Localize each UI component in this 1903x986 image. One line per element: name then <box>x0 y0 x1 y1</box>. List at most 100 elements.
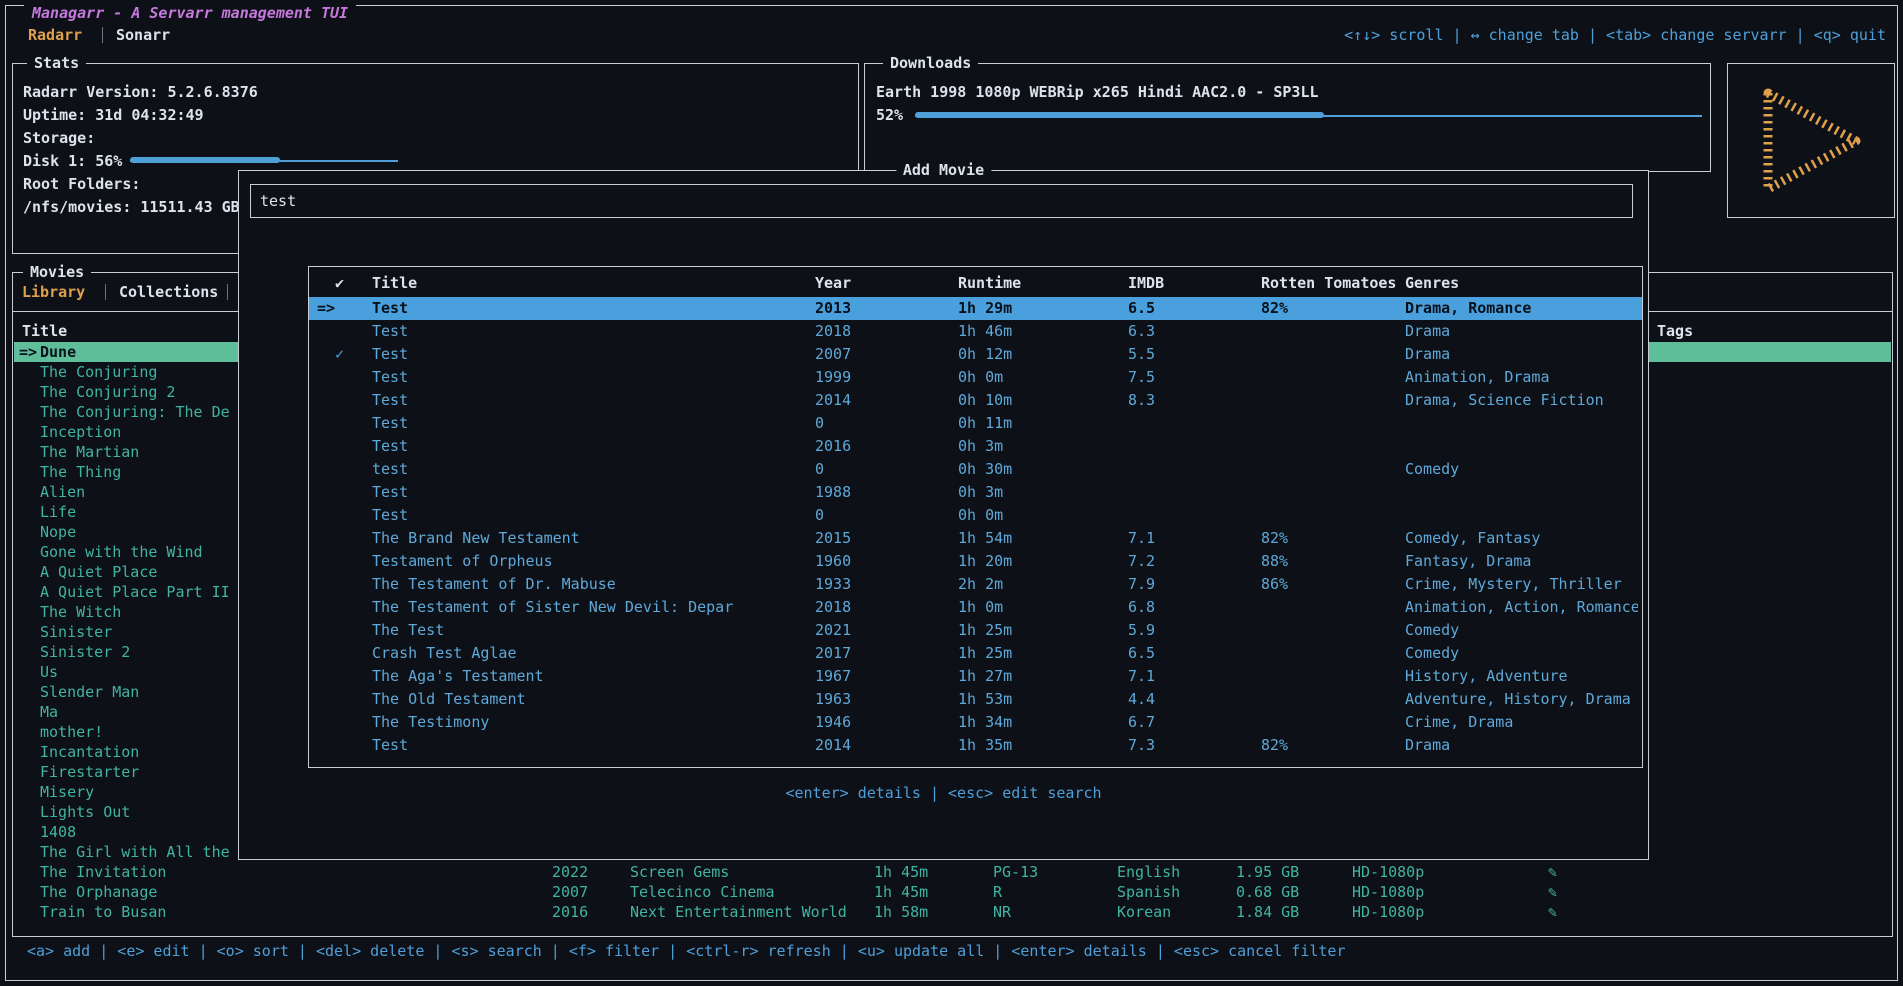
add-movie-result-row[interactable]: Test20140h 10m8.3Drama, Science Fiction <box>309 389 1642 412</box>
movie-title: The Martian <box>40 442 139 462</box>
add-movie-result-row[interactable]: The Testament of Sister New Devil: Depar… <box>309 596 1642 619</box>
result-imdb: 5.9 <box>1128 619 1155 642</box>
result-genres: Drama, Romance <box>1405 297 1638 320</box>
add-movie-result-row[interactable]: Crash Test Aglae20171h 25m6.5Comedy <box>309 642 1642 665</box>
result-genres: Drama <box>1405 734 1638 757</box>
runtime-column-header: Runtime <box>958 273 1021 293</box>
result-runtime: 1h 34m <box>958 711 1012 734</box>
add-movie-result-row[interactable]: Test00h 11m <box>309 412 1642 435</box>
add-movie-result-row[interactable]: Test20141h 35m7.382%Drama <box>309 734 1642 757</box>
result-genres: Comedy <box>1405 458 1638 481</box>
add-movie-result-row[interactable]: The Test20211h 25m5.9Comedy <box>309 619 1642 642</box>
add-movie-result-row[interactable]: The Brand New Testament20151h 54m7.182%C… <box>309 527 1642 550</box>
add-movie-result-row[interactable]: test00h 30mComedy <box>309 458 1642 481</box>
result-genres: Drama <box>1405 320 1638 343</box>
result-year: 2014 <box>815 389 851 412</box>
result-year: 1988 <box>815 481 851 504</box>
movie-title: Nope <box>40 522 76 542</box>
result-genres: Comedy <box>1405 619 1638 642</box>
result-genres: Comedy <box>1405 642 1638 665</box>
download-progress-bar <box>915 112 1324 118</box>
tab-separator <box>102 27 103 43</box>
movie-rating: NR <box>993 902 1011 922</box>
result-genres: Comedy, Fantasy <box>1405 527 1638 550</box>
result-genres: Drama <box>1405 343 1638 366</box>
result-genres: Drama, Science Fiction <box>1405 389 1638 412</box>
movie-title: The Conjuring: The De <box>40 402 230 422</box>
edit-icon[interactable]: ✎ <box>1548 862 1557 882</box>
movie-runtime: 1h 58m <box>874 902 928 922</box>
result-runtime: 0h 0m <box>958 504 1003 527</box>
disk-label: Disk 1: <box>23 152 86 170</box>
download-percent: 52% <box>876 106 903 124</box>
result-runtime: 2h 2m <box>958 573 1003 596</box>
result-runtime: 1h 27m <box>958 665 1012 688</box>
results-table-header: ✔ Title Year Runtime IMDB Rotten Tomatoe… <box>309 273 1642 293</box>
add-movie-result-row[interactable]: The Old Testament19631h 53m4.4Adventure,… <box>309 688 1642 711</box>
result-runtime: 1h 46m <box>958 320 1012 343</box>
edit-icon[interactable]: ✎ <box>1548 902 1557 922</box>
add-movie-search-input[interactable]: test <box>250 184 1633 218</box>
movie-title: The Conjuring 2 <box>40 382 175 402</box>
add-movie-title: Add Movie <box>896 160 991 180</box>
tab-radarr[interactable]: Radarr <box>28 25 82 45</box>
add-movie-result-row[interactable]: Test19880h 3m <box>309 481 1642 504</box>
result-imdb: 5.5 <box>1128 343 1155 366</box>
result-year: 1960 <box>815 550 851 573</box>
add-movie-result-row[interactable]: Test20160h 3m <box>309 435 1642 458</box>
movie-language: English <box>1117 862 1180 882</box>
selected-row-marker: => <box>19 342 37 362</box>
movie-studio: Screen Gems <box>630 862 729 882</box>
app-title: Managarr - A Servarr management TUI <box>24 3 356 23</box>
result-year: 1963 <box>815 688 851 711</box>
result-year: 0 <box>815 412 824 435</box>
tab-library[interactable]: Library <box>22 282 85 302</box>
title-column-header: Title <box>22 321 67 341</box>
result-imdb: 6.3 <box>1128 320 1155 343</box>
library-row[interactable]: The Invitation2022Screen Gems1h 45mPG-13… <box>14 862 1891 882</box>
result-year: 2018 <box>815 320 851 343</box>
result-title: The Aga's Testament <box>372 665 544 688</box>
add-movie-result-row[interactable]: The Testimony19461h 34m6.7Crime, Drama <box>309 711 1642 734</box>
add-movie-result-row[interactable]: =>Test20131h 29m6.582%Drama, Romance <box>309 297 1642 320</box>
add-movie-result-row[interactable]: Test19990h 0m7.5Animation, Drama <box>309 366 1642 389</box>
uptime-label: Uptime: <box>23 106 86 124</box>
root-folder-size: 11511.43 GB <box>140 198 239 216</box>
result-imdb: 7.1 <box>1128 527 1155 550</box>
movie-title: A Quiet Place <box>40 562 157 582</box>
result-year: 1933 <box>815 573 851 596</box>
result-title: Test <box>372 389 408 412</box>
tab-sonarr[interactable]: Sonarr <box>116 25 170 45</box>
result-runtime: 1h 35m <box>958 734 1012 757</box>
result-title: Test <box>372 734 408 757</box>
add-movie-result-row[interactable]: Test20181h 46m6.3Drama <box>309 320 1642 343</box>
result-imdb: 6.5 <box>1128 642 1155 665</box>
add-movie-result-row[interactable]: The Testament of Dr. Mabuse19332h 2m7.98… <box>309 573 1642 596</box>
stats-panel-title: Stats <box>27 53 86 73</box>
year-column-header: Year <box>815 273 851 293</box>
root-folder-path: /nfs/movies: <box>23 198 131 216</box>
result-runtime: 0h 30m <box>958 458 1012 481</box>
result-imdb: 7.1 <box>1128 665 1155 688</box>
result-year: 2021 <box>815 619 851 642</box>
library-row[interactable]: The Orphanage2007Telecinco Cinema1h 45mR… <box>14 882 1891 902</box>
result-year: 0 <box>815 458 824 481</box>
genres-column-header: Genres <box>1405 273 1638 293</box>
movie-title: Life <box>40 502 76 522</box>
version-label: Radarr Version: <box>23 83 158 101</box>
add-movie-result-row[interactable]: ✓Test20070h 12m5.5Drama <box>309 343 1642 366</box>
movie-title: Firestarter <box>40 762 139 782</box>
result-runtime: 1h 20m <box>958 550 1012 573</box>
movie-title: Dune <box>40 342 76 362</box>
result-imdb: 7.3 <box>1128 734 1155 757</box>
tab-collections[interactable]: Collections <box>119 282 218 302</box>
add-movie-result-row[interactable]: The Aga's Testament19671h 27m7.1History,… <box>309 665 1642 688</box>
imdb-column-header: IMDB <box>1128 273 1164 293</box>
storage-label: Storage: <box>23 129 95 147</box>
movie-title: Inception <box>40 422 121 442</box>
add-movie-result-row[interactable]: Testament of Orpheus19601h 20m7.288%Fant… <box>309 550 1642 573</box>
edit-icon[interactable]: ✎ <box>1548 882 1557 902</box>
library-row[interactable]: Train to Busan2016Next Entertainment Wor… <box>14 902 1891 922</box>
add-movie-result-row[interactable]: Test00h 0m <box>309 504 1642 527</box>
result-year: 2017 <box>815 642 851 665</box>
